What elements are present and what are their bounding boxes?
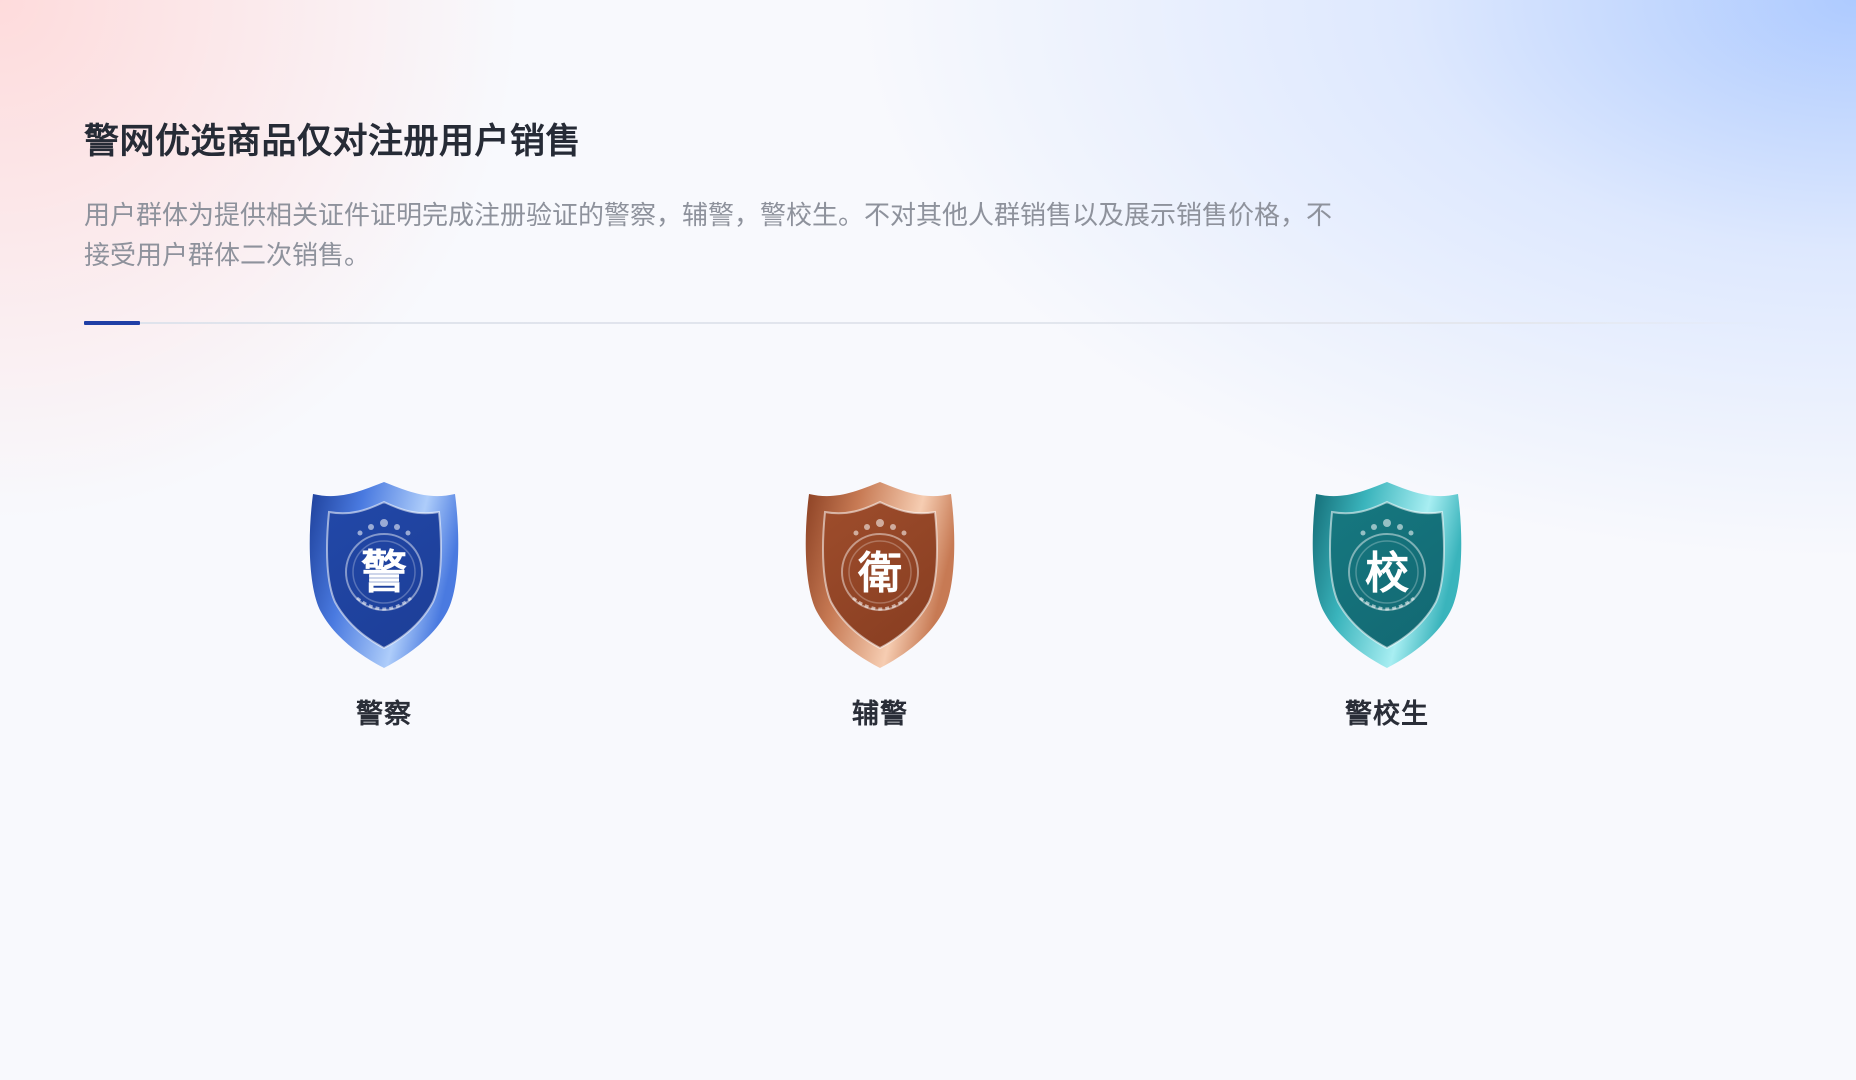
police-cadet-shield-icon: 校 [1312,482,1462,668]
page-title: 警网优选商品仅对注册用户销售 [84,122,582,162]
badge-label-police: 警察 [356,699,412,730]
badge-label-auxiliary-police: 辅警 [852,699,908,730]
section-divider [84,321,1774,325]
intro-section: 警网优选商品仅对注册用户销售 用户群体为提供相关证件证明完成注册验证的警察，辅警… [84,118,1774,325]
badge-glyph: 校 [1365,548,1409,599]
police-shield-icon: 警 [309,482,459,668]
auxiliary-police-shield-icon: 衛 [805,482,955,668]
badge-auxiliary-police: 衛 辅警 [760,480,1000,731]
badge-glyph: 衛 [857,548,902,599]
page-description: 用户群体为提供相关证件证明完成注册验证的警察，辅警，警校生。不对其他人群销售以及… [84,201,1333,271]
page: 警网优选商品仅对注册用户销售 用户群体为提供相关证件证明完成注册验证的警察，辅警… [0,0,1856,1080]
user-group-badges: 警 警察 衛 辅警 校 警校生 [0,480,1856,740]
badge-label-police-cadet: 警校生 [1345,699,1429,730]
badge-police-cadet: 校 警校生 [1267,480,1507,731]
badge-glyph: 警 [361,545,407,599]
badge-police: 警 警察 [264,480,504,731]
divider-accent [84,321,140,325]
